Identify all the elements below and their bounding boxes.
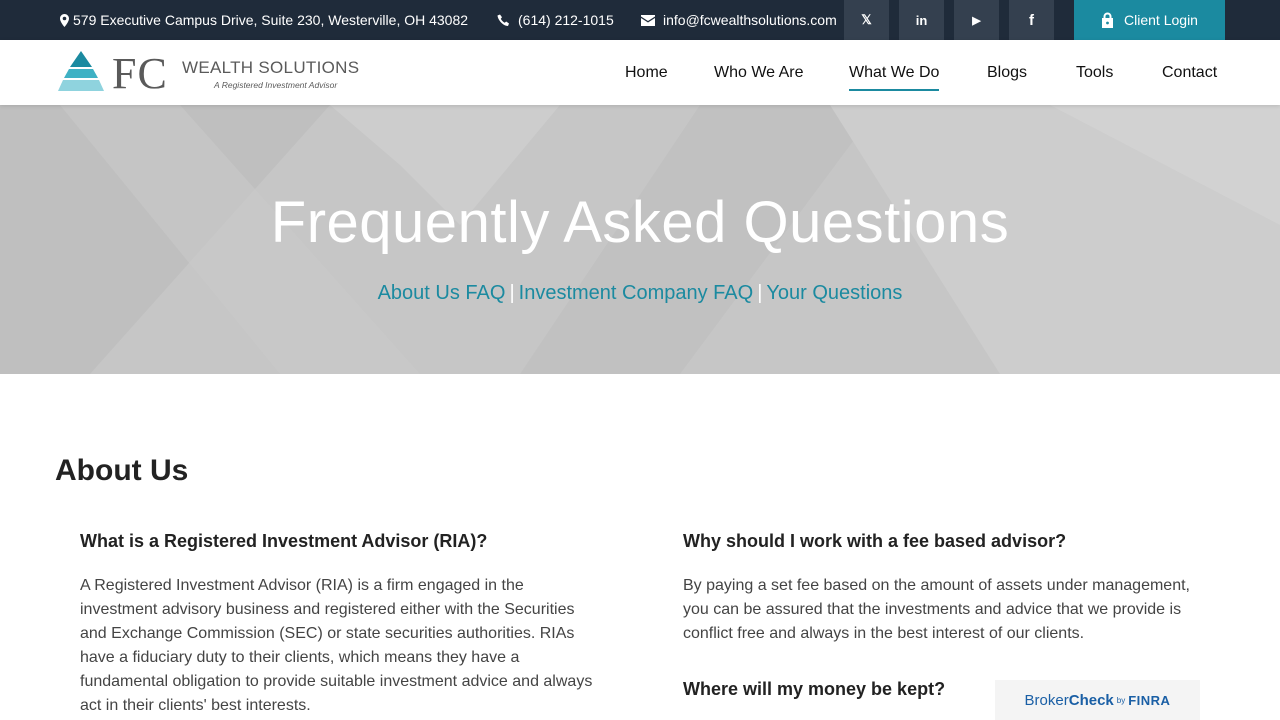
question-answer: By paying a set fee based on the amount …: [683, 577, 1190, 642]
nav-contact[interactable]: Contact: [1162, 40, 1217, 105]
client-login-label: Client Login: [1124, 12, 1198, 28]
linkedin-icon[interactable]: in: [899, 0, 944, 40]
link-separator: |: [757, 282, 763, 304]
envelope-icon: [641, 14, 655, 26]
nav-home[interactable]: Home: [625, 40, 668, 105]
page-title: Frequently Asked Questions: [270, 190, 1010, 255]
phone-icon: [497, 14, 509, 26]
brokercheck-badge[interactable]: Broker Check by FINRA: [995, 680, 1200, 720]
about-us-faq-link[interactable]: About Us FAQ: [378, 282, 506, 304]
x-twitter-icon[interactable]: 𝕏: [844, 0, 889, 40]
nav-who-we-are[interactable]: Who We Are: [714, 40, 804, 105]
brokercheck-by: by: [1116, 695, 1126, 705]
question-title: Why should I work with a fee based advis…: [683, 531, 1067, 551]
question-title: Where will my money be kept?: [683, 679, 946, 699]
logo[interactable]: FC WEALTH SOLUTIONS A Registered Investm…: [58, 49, 360, 98]
facebook-icon[interactable]: f: [1009, 0, 1054, 40]
address-text: 579 Executive Campus Drive, Suite 230, W…: [73, 12, 469, 28]
map-pin-icon: [60, 13, 69, 27]
brokercheck-finra: FINRA: [1128, 692, 1171, 708]
question-title: What is a Registered Investment Advisor …: [80, 531, 488, 551]
logo-letters: FC: [112, 49, 168, 98]
client-login-button[interactable]: Client Login: [1074, 0, 1225, 40]
email-text[interactable]: info@fcwealthsolutions.com: [663, 12, 837, 28]
phone-text[interactable]: (614) 212-1015: [518, 12, 614, 28]
brokercheck-broker: Broker: [1024, 691, 1069, 709]
hero-banner: Frequently Asked Questions About Us FAQ |…: [0, 105, 1280, 374]
address-item: 579 Executive Campus Drive, Suite 230, W…: [60, 0, 468, 40]
logo-tagline: A Registered Investment Advisor: [214, 80, 338, 90]
nav-tools[interactable]: Tools: [1076, 40, 1113, 105]
lock-icon: [1102, 12, 1114, 28]
question-answer: A Registered Investment Advisor (RIA) is…: [80, 577, 593, 714]
phone-item[interactable]: (614) 212-1015: [497, 0, 614, 40]
your-questions-link[interactable]: Your Questions: [766, 282, 902, 304]
investment-company-faq-link[interactable]: Investment Company FAQ: [519, 282, 754, 304]
nav-blogs[interactable]: Blogs: [987, 40, 1027, 105]
site-header: FC WEALTH SOLUTIONS A Registered Investm…: [0, 40, 1280, 105]
email-item[interactable]: info@fcwealthsolutions.com: [641, 0, 837, 40]
link-separator: |: [509, 282, 515, 304]
top-bar: 579 Executive Campus Drive, Suite 230, W…: [0, 0, 1280, 40]
youtube-icon[interactable]: ▶: [954, 0, 999, 40]
nav-what-we-do[interactable]: What We Do: [849, 40, 940, 105]
logo-name: WEALTH SOLUTIONS: [182, 58, 360, 77]
brokercheck-check: Check: [1068, 691, 1114, 709]
section-title: About Us: [55, 454, 189, 487]
faq-anchor-links: About Us FAQ | Investment Company FAQ | Your…: [0, 282, 1280, 305]
pyramid-logo-icon: [58, 51, 104, 91]
